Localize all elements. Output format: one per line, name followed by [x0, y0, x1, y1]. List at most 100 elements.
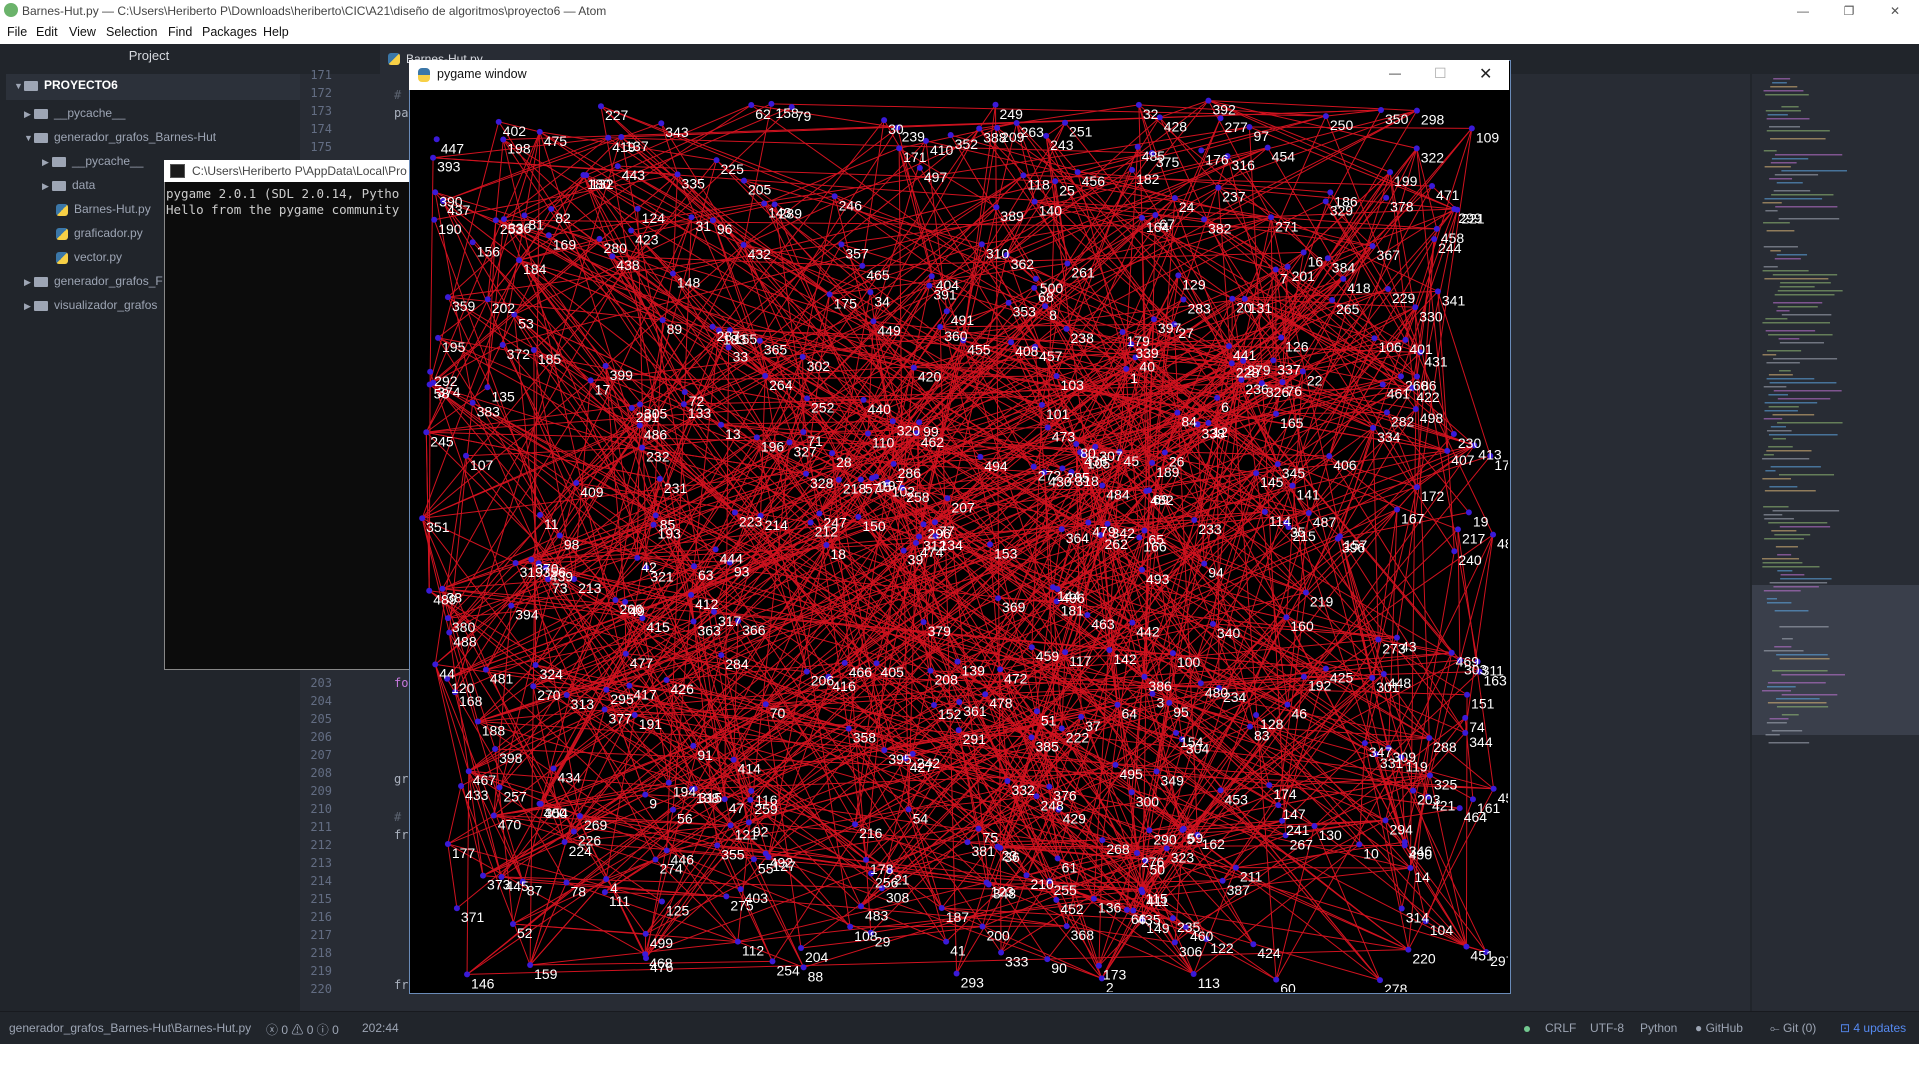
graph-node — [975, 825, 982, 832]
graph-node — [1261, 508, 1268, 515]
graph-node — [870, 318, 877, 325]
close-button[interactable]: ✕ — [1872, 0, 1918, 22]
graph-node-label: 407 — [1451, 452, 1475, 468]
graph-node — [1039, 401, 1046, 408]
graph-edge — [1437, 291, 1491, 457]
graph-node-label: 168 — [459, 693, 483, 709]
graph-node-label: 238 — [1071, 330, 1095, 346]
graph-node-label: 482 — [1150, 492, 1174, 508]
graph-node-label: 82 — [555, 210, 571, 226]
graph-node-label: 420 — [918, 369, 942, 385]
graph-node-label: 435 — [1137, 911, 1161, 927]
pygame-minimize-button[interactable]: — — [1389, 66, 1401, 80]
graph-node-label: 487 — [1313, 514, 1337, 530]
menu-edit[interactable]: Edit — [36, 25, 58, 39]
graph-node — [495, 118, 502, 125]
graph-node — [1413, 107, 1420, 114]
line-number: 218 — [310, 946, 332, 960]
graph-node-label: 176 — [1205, 151, 1229, 167]
graph-node-label: 448 — [1388, 675, 1412, 691]
menu-selection[interactable]: Selection — [106, 25, 157, 39]
status-cursor-position[interactable]: 202:44 — [362, 1021, 399, 1035]
restore-button[interactable]: ❐ — [1826, 0, 1872, 22]
tree-item-graficador-py[interactable]: graficador.py — [56, 226, 143, 246]
graph-node-label: 104 — [1430, 922, 1454, 938]
status-file-path[interactable]: generador_grafos_Barnes-Hut\Barnes-Hut.p… — [9, 1021, 251, 1035]
tree-item-visualizador[interactable]: ▶ visualizador_grafos — [24, 298, 157, 318]
status-line-ending[interactable]: CRLF — [1545, 1021, 1576, 1035]
graph-node — [1451, 205, 1458, 212]
graph-node — [614, 163, 621, 170]
console-icon — [170, 164, 185, 178]
minimap-line — [1770, 86, 1798, 88]
tree-item-data[interactable]: ▶ data — [42, 178, 95, 198]
line-number: 205 — [310, 712, 332, 726]
graph-node-label: 31 — [696, 218, 712, 234]
graph-node — [643, 955, 650, 962]
graph-node — [1171, 194, 1178, 201]
status-git[interactable]: ⟜ Git (0) — [1770, 1021, 1816, 1036]
graph-node — [1448, 649, 1455, 656]
status-encoding[interactable]: UTF-8 — [1590, 1021, 1624, 1035]
minimize-button[interactable]: — — [1780, 0, 1826, 22]
graph-node-label: 327 — [793, 443, 817, 459]
graph-edge — [428, 371, 431, 591]
graph-node-label: 48 — [1497, 536, 1508, 552]
console-window[interactable] — [164, 160, 426, 670]
tree-root-proyecto6[interactable]: ▼ PROYECTO6 — [6, 74, 304, 100]
graph-node-label: 268 — [1106, 841, 1130, 857]
graph-node-label: 434 — [558, 770, 582, 786]
status-grammar[interactable]: Python — [1640, 1021, 1677, 1035]
graph-node — [1128, 789, 1135, 796]
graph-node-label: 320 — [897, 422, 921, 438]
pygame-maximize-button[interactable]: ☐ — [1434, 65, 1447, 82]
tree-item-pycache-2[interactable]: ▶ __pycache__ — [42, 154, 143, 174]
pygame-close-button[interactable]: ✕ — [1479, 64, 1492, 84]
graph-node — [509, 920, 516, 927]
graph-node — [628, 227, 635, 234]
graph-node-label: 408 — [1015, 343, 1039, 359]
tree-item-generador-barnes-hut[interactable]: ▼ generador_grafos_Barnes-Hut — [24, 130, 216, 150]
line-number: 214 — [310, 874, 332, 888]
menu-packages[interactable]: Packages — [202, 25, 257, 39]
graph-node — [1214, 394, 1221, 401]
menu-help[interactable]: Help — [263, 25, 289, 39]
tree-item-pycache[interactable]: ▶ __pycache__ — [24, 106, 125, 126]
graph-node — [1062, 649, 1069, 656]
graph-canvas[interactable]: 1 2 3 4 5 6 7 8 9 10 11 12 13 14 15 16 17 18 19 20 21 22 23 24 2… — [410, 90, 1508, 992]
graph-node — [482, 666, 489, 673]
graph-node-label: 283 — [1187, 300, 1211, 316]
status-diagnostics[interactable]: ⓧ 0 ⚠ 0 ⓘ 0 — [266, 1021, 339, 1038]
graph-node-label: 460 — [1190, 928, 1214, 944]
line-number: 213 — [310, 856, 332, 870]
graph-node-label: 36 — [1004, 849, 1020, 865]
tree-header[interactable]: Project — [0, 48, 298, 63]
graph-node — [1058, 526, 1065, 533]
graph-node-label: 338 — [1202, 425, 1226, 441]
menu-view[interactable]: View — [69, 25, 96, 39]
minimap-line — [1766, 430, 1792, 432]
minimap-line — [1779, 526, 1831, 528]
minimap-line — [1766, 118, 1810, 120]
graph-node — [993, 204, 1000, 211]
graph-node — [605, 134, 612, 141]
minimap-line — [1779, 286, 1815, 288]
graph-node-label: 321 — [650, 569, 674, 585]
status-github[interactable]: ● GitHub — [1695, 1021, 1743, 1035]
status-updates[interactable]: ⊡ 4 updates — [1840, 1021, 1906, 1035]
folder-icon — [24, 80, 38, 91]
minimap-line — [1770, 466, 1821, 468]
chevron-right-icon: ▶ — [24, 277, 31, 287]
graph-node-label: 367 — [1377, 247, 1401, 263]
graph-node-label: 136 — [1098, 900, 1122, 916]
graph-node-label: 284 — [725, 656, 749, 672]
menu-find[interactable]: Find — [168, 25, 192, 39]
minimap-line — [1768, 522, 1828, 524]
tree-item-vector-py[interactable]: vector.py — [56, 250, 122, 270]
python-file-icon — [388, 53, 400, 65]
tree-item-generador-f[interactable]: ▶ generador_grafos_F — [24, 274, 163, 294]
tree-item-barnes-hut-py[interactable]: Barnes-Hut.py — [56, 202, 151, 222]
menu-file[interactable]: File — [7, 25, 27, 39]
graph-node — [769, 958, 776, 965]
graph-node — [1173, 729, 1180, 736]
